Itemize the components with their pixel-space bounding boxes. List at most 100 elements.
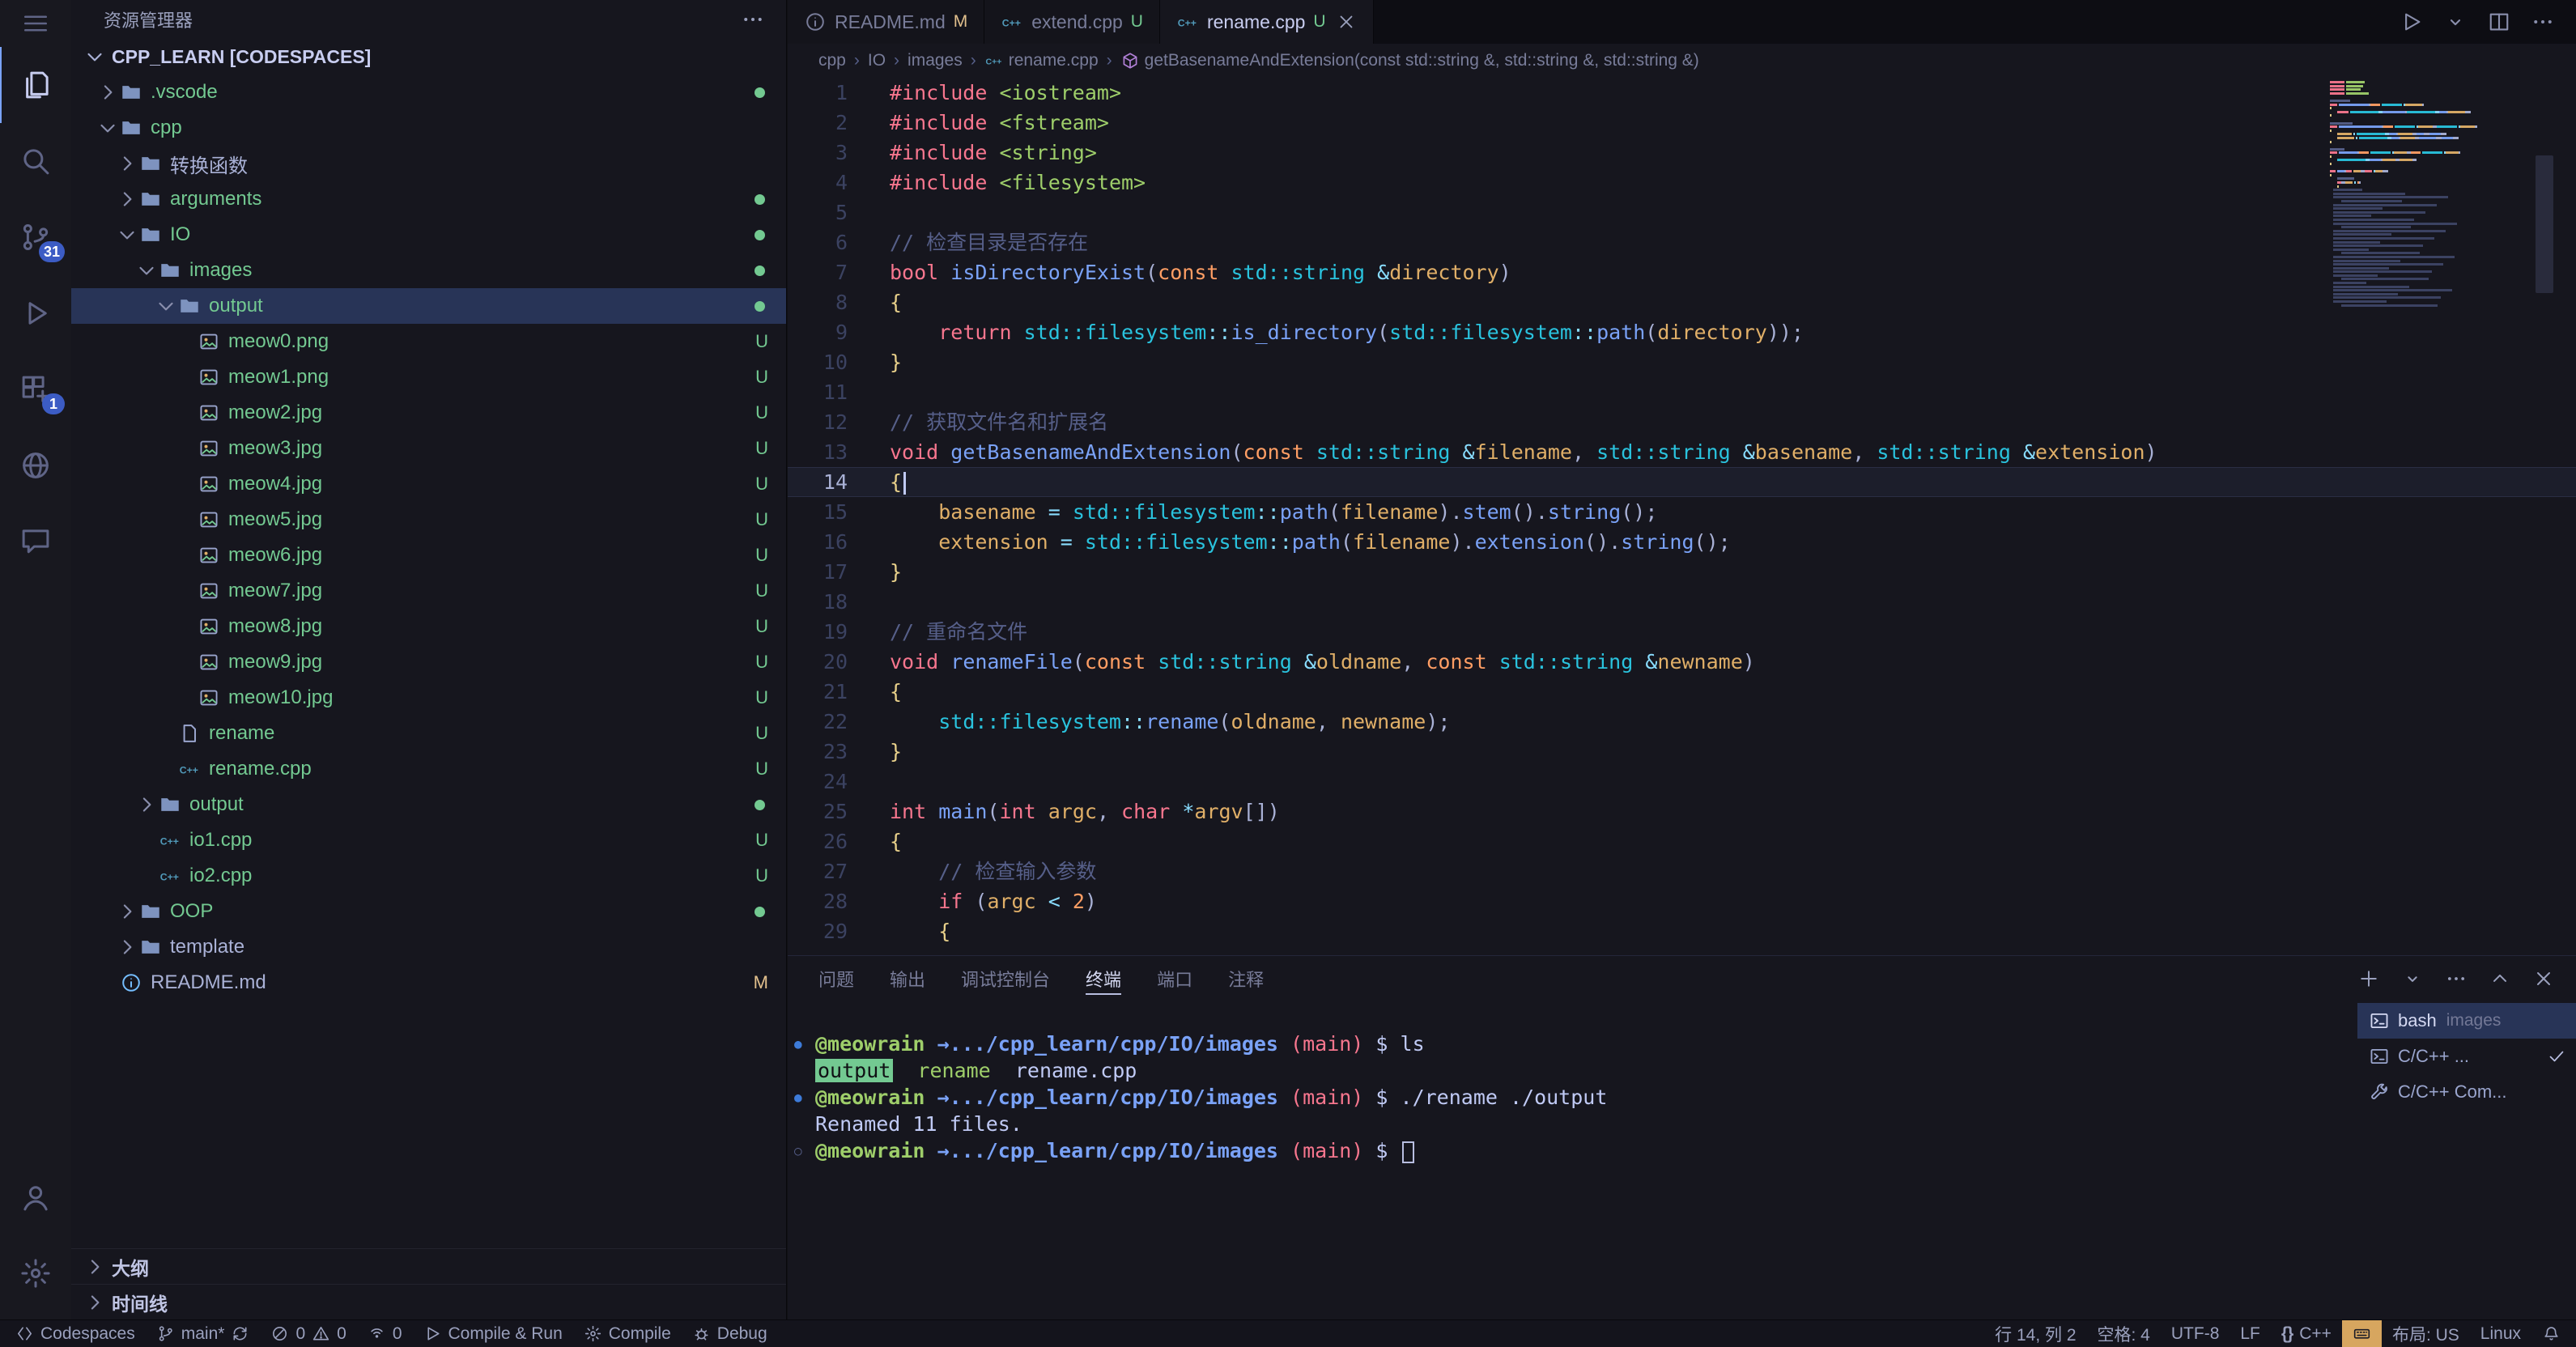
code-line-13[interactable]: 13void getBasenameAndExtension(const std… <box>788 437 2576 467</box>
code-line-29[interactable]: 29 { <box>788 916 2576 946</box>
code-line-18[interactable]: 18 <box>788 587 2576 617</box>
tab-README.md[interactable]: README.mdM <box>788 0 984 44</box>
panel-tab-端口[interactable]: 端口 <box>1157 956 1192 1001</box>
code-line-20[interactable]: 20void renameFile(const std::string &old… <box>788 647 2576 677</box>
activity-search[interactable] <box>0 123 71 199</box>
panel-tab-注释[interactable]: 注释 <box>1228 956 1264 1001</box>
code-line-1[interactable]: 1#include <iostream> <box>788 78 2576 108</box>
code-line-9[interactable]: 9 return std::filesystem::is_directory(s… <box>788 317 2576 347</box>
activity-explorer[interactable] <box>0 47 71 123</box>
tree-item-meow5.jpg[interactable]: meow5.jpgU <box>71 502 786 538</box>
code-line-7[interactable]: 7bool isDirectoryExist(const std::string… <box>788 257 2576 287</box>
close-icon[interactable] <box>1336 11 1357 32</box>
editor[interactable]: 1#include <iostream>2#include <fstream>3… <box>788 78 2576 955</box>
code-line-27[interactable]: 27 // 检查输入参数 <box>788 856 2576 886</box>
breadcrumb-item[interactable]: cpp <box>818 51 846 70</box>
tree-item-IO[interactable]: IO <box>71 217 786 253</box>
tree-item-meow4.jpg[interactable]: meow4.jpgU <box>71 466 786 502</box>
status-compile-run[interactable]: Compile & Run <box>413 1320 573 1347</box>
tree-item-io1.cpp[interactable]: C++io1.cppU <box>71 822 786 858</box>
status-encoding[interactable]: UTF-8 <box>2161 1320 2230 1347</box>
tree-item-meow6.jpg[interactable]: meow6.jpgU <box>71 538 786 573</box>
editor-scrollbar[interactable] <box>2536 78 2553 955</box>
code-line-14[interactable]: 14{ <box>788 467 2576 497</box>
action-more-icon[interactable] <box>2531 10 2555 34</box>
status-problems[interactable]: 00 <box>260 1320 356 1347</box>
code-line-15[interactable]: 15 basename = std::filesystem::path(file… <box>788 497 2576 527</box>
activity-extensions[interactable]: 1 <box>0 351 71 427</box>
tree-item-io2.cpp[interactable]: C++io2.cppU <box>71 858 786 894</box>
breadcrumb-item[interactable]: IO <box>868 51 886 70</box>
activity-account[interactable] <box>0 1159 71 1235</box>
terminal-list-item-C/C++ Com...[interactable]: C/C++ Com... <box>2357 1074 2576 1110</box>
code-line-8[interactable]: 8{ <box>788 287 2576 317</box>
breadcrumb-item[interactable]: getBasenameAndExtension(const std::strin… <box>1120 51 1699 70</box>
tree-item-cpp[interactable]: cpp <box>71 110 786 146</box>
tree-item-meow3.jpg[interactable]: meow3.jpgU <box>71 431 786 466</box>
panel-tab-问题[interactable]: 问题 <box>818 956 854 1001</box>
section-outline[interactable]: 大纲 <box>71 1248 786 1284</box>
tree-item-images[interactable]: images <box>71 253 786 288</box>
action-split-editor-icon[interactable] <box>2487 10 2511 34</box>
code-line-21[interactable]: 21{ <box>788 677 2576 707</box>
panel-tab-输出[interactable]: 输出 <box>890 956 925 1001</box>
code-line-16[interactable]: 16 extension = std::filesystem::path(fil… <box>788 527 2576 557</box>
code-line-3[interactable]: 3#include <string> <box>788 138 2576 168</box>
section-timeline[interactable]: 时间线 <box>71 1284 786 1319</box>
tree-item-转换函数[interactable]: 转换函数 <box>71 146 786 181</box>
tree-item-meow8.jpg[interactable]: meow8.jpgU <box>71 609 786 644</box>
code-area[interactable]: 1#include <iostream>2#include <fstream>3… <box>788 78 2576 955</box>
code-line-17[interactable]: 17} <box>788 557 2576 587</box>
tab-rename.cpp[interactable]: C++rename.cppU <box>1160 0 1374 44</box>
tree-item-rename[interactable]: renameU <box>71 716 786 751</box>
code-line-23[interactable]: 23} <box>788 737 2576 767</box>
code-line-22[interactable]: 22 std::filesystem::rename(oldname, newn… <box>788 707 2576 737</box>
tree-item-arguments[interactable]: arguments <box>71 181 786 217</box>
command-decoration[interactable]: ● <box>794 1084 802 1111</box>
tree-item-output[interactable]: output <box>71 787 786 822</box>
status-notifications[interactable] <box>2531 1320 2571 1347</box>
minimap[interactable] <box>2327 78 2477 308</box>
activity-run-debug[interactable] <box>0 275 71 351</box>
status-compile[interactable]: Compile <box>573 1320 682 1347</box>
code-line-11[interactable]: 11 <box>788 377 2576 407</box>
status-language-mode[interactable]: {}C++ <box>2271 1320 2342 1347</box>
status-ports[interactable]: 0 <box>357 1320 413 1347</box>
tree-item-meow10.jpg[interactable]: meow10.jpgU <box>71 680 786 716</box>
tree-item-OOP[interactable]: OOP <box>71 894 786 929</box>
activity-settings[interactable] <box>0 1235 71 1311</box>
panel-action-chevron-up-icon[interactable] <box>2489 967 2511 990</box>
action-caret-down-icon[interactable] <box>2443 10 2468 34</box>
more-actions-icon[interactable] <box>741 7 765 32</box>
command-decoration[interactable]: ○ <box>794 1137 802 1164</box>
code-line-12[interactable]: 12// 获取文件名和扩展名 <box>788 407 2576 437</box>
command-decoration[interactable]: ● <box>794 1030 802 1057</box>
status-indentation[interactable]: 空格: 4 <box>2087 1320 2161 1347</box>
panel-tab-调试控制台[interactable]: 调试控制台 <box>961 956 1050 1001</box>
tree-item-meow2.jpg[interactable]: meow2.jpgU <box>71 395 786 431</box>
tree-item-output[interactable]: output <box>71 288 786 324</box>
breadcrumb-item[interactable]: images <box>908 51 963 70</box>
tree-root-workspace[interactable]: CPP_LEARN [CODESPACES] <box>71 39 786 74</box>
status-cursor-position[interactable]: 行 14, 列 2 <box>1984 1320 2086 1347</box>
tree-item-meow0.png[interactable]: meow0.pngU <box>71 324 786 359</box>
tree-item-meow9.jpg[interactable]: meow9.jpgU <box>71 644 786 680</box>
terminal-list-item-bash[interactable]: bashimages <box>2357 1003 2576 1039</box>
code-line-25[interactable]: 25int main(int argc, char *argv[]) <box>788 797 2576 826</box>
status-keyboard-indicator[interactable] <box>2342 1320 2382 1347</box>
panel-action-more-icon[interactable] <box>2445 967 2468 990</box>
panel-action-caret-down-icon[interactable] <box>2401 967 2424 990</box>
terminal-output[interactable]: ●@meowrain →.../cpp_learn/cpp/IO/images … <box>788 1008 2356 1319</box>
activity-source-control[interactable]: 31 <box>0 199 71 275</box>
status-remote-codespaces[interactable]: Codespaces <box>5 1320 146 1347</box>
code-line-19[interactable]: 19// 重命名文件 <box>788 617 2576 647</box>
code-line-10[interactable]: 10} <box>788 347 2576 377</box>
code-line-24[interactable]: 24 <box>788 767 2576 797</box>
breadcrumb-item[interactable]: C++rename.cpp <box>984 51 1099 70</box>
action-run-icon[interactable] <box>2400 10 2424 34</box>
activity-remote-explorer[interactable] <box>0 427 71 504</box>
scrollbar-slider[interactable] <box>2536 155 2553 293</box>
tree-item-README.md[interactable]: README.mdM <box>71 965 786 1001</box>
activity-menu[interactable] <box>0 0 71 47</box>
status-remote-os[interactable]: Linux <box>2470 1320 2531 1347</box>
